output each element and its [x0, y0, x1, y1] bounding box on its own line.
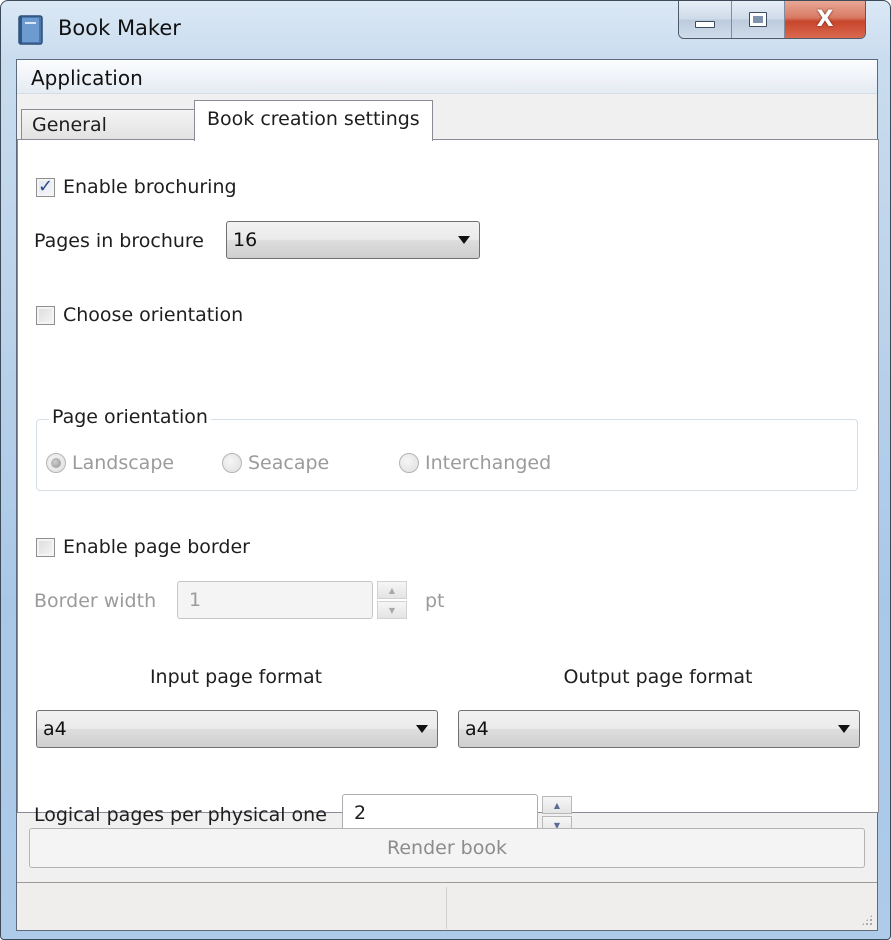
- enable-page-border-label: Enable page border: [63, 536, 250, 558]
- border-width-up-button[interactable]: ▲: [377, 581, 407, 599]
- pages-in-brochure-select[interactable]: 16: [226, 221, 480, 259]
- output-page-format-label: Output page format: [563, 666, 753, 688]
- border-width-value: 1: [189, 589, 202, 611]
- status-separator: [446, 887, 447, 929]
- pages-in-brochure-value: 16: [233, 229, 258, 251]
- radio-seacape[interactable]: Seacape: [222, 452, 329, 474]
- arrow-up-icon: ▲: [388, 585, 396, 595]
- radio-seacape-button[interactable]: [222, 453, 242, 473]
- arrow-up-icon: ▲: [553, 800, 561, 810]
- pages-in-brochure-label: Pages in brochure: [34, 230, 204, 252]
- border-width-spinner: ▲ ▼: [377, 581, 407, 619]
- choose-orientation-checkbox[interactable]: [36, 305, 55, 325]
- dropdown-arrow-icon: [838, 725, 850, 733]
- arrow-down-icon: ▼: [388, 605, 396, 615]
- choose-orientation-row[interactable]: Choose orientation: [36, 304, 243, 326]
- minimize-icon: [695, 21, 715, 28]
- radio-landscape-button[interactable]: [46, 453, 66, 473]
- page-orientation-title: Page orientation: [49, 406, 211, 428]
- render-book-button[interactable]: Render book: [29, 828, 865, 868]
- menu-application[interactable]: Application: [31, 66, 143, 90]
- menu-bar: Application: [17, 60, 877, 94]
- border-width-down-button[interactable]: ▼: [377, 601, 407, 619]
- output-page-format-select[interactable]: a4: [458, 710, 860, 748]
- output-page-format-value: a4: [465, 718, 489, 740]
- enable-brochuring-label: Enable brochuring: [63, 176, 237, 198]
- book-maker-window: Book Maker X Application General setting…: [0, 0, 891, 940]
- page-orientation-group: Page orientation Landscape Seacape Inter…: [36, 406, 858, 491]
- border-width-input[interactable]: 1: [177, 581, 373, 619]
- radio-interchanged-button[interactable]: [399, 453, 419, 473]
- radio-interchanged[interactable]: Interchanged: [399, 452, 551, 474]
- close-button[interactable]: X: [785, 1, 865, 38]
- dropdown-arrow-icon: [458, 236, 470, 244]
- enable-page-border-checkbox[interactable]: [36, 537, 55, 557]
- resize-grip-icon[interactable]: [861, 914, 873, 926]
- radio-landscape[interactable]: Landscape: [46, 452, 174, 474]
- maximize-button[interactable]: [732, 1, 785, 38]
- input-page-format-select[interactable]: a4: [36, 710, 438, 748]
- checkmark-icon: ✓: [38, 175, 54, 197]
- border-width-label: Border width: [34, 590, 157, 612]
- status-bar: [17, 882, 877, 930]
- radio-interchanged-label: Interchanged: [425, 452, 552, 474]
- tab-general-settings[interactable]: General settings: [21, 109, 195, 166]
- enable-page-border-row[interactable]: Enable page border: [36, 536, 250, 558]
- client-area: Application General settings Book creati…: [16, 59, 879, 931]
- dropdown-arrow-icon: [416, 725, 428, 733]
- minimize-button[interactable]: [679, 1, 732, 38]
- close-icon: X: [816, 7, 834, 32]
- book-creation-settings-pane: ✓ Enable brochuring Pages in brochure 16…: [17, 139, 879, 834]
- book-icon: [18, 15, 43, 45]
- border-width-unit: pt: [425, 590, 445, 612]
- input-page-format-value: a4: [43, 718, 67, 740]
- tab-book-creation-settings[interactable]: Book creation settings: [194, 100, 433, 141]
- tab-bar: General settings Book creation settings: [17, 100, 877, 166]
- radio-seacape-label: Seacape: [248, 452, 330, 474]
- input-page-format-label: Input page format: [149, 666, 323, 688]
- logical-pages-up-button[interactable]: ▲: [542, 796, 572, 814]
- logical-pages-input[interactable]: 2: [342, 794, 538, 832]
- logical-pages-label: Logical pages per physical one: [34, 804, 327, 826]
- maximize-icon: [749, 12, 767, 27]
- caption-buttons: X: [678, 1, 866, 39]
- window-title: Book Maker: [58, 16, 181, 40]
- enable-brochuring-row[interactable]: ✓ Enable brochuring: [36, 176, 237, 198]
- radio-landscape-label: Landscape: [72, 452, 175, 474]
- enable-brochuring-checkbox[interactable]: ✓: [36, 175, 55, 197]
- logical-pages-value: 2: [354, 802, 367, 824]
- title-bar[interactable]: Book Maker X: [1, 1, 890, 59]
- choose-orientation-label: Choose orientation: [63, 304, 244, 326]
